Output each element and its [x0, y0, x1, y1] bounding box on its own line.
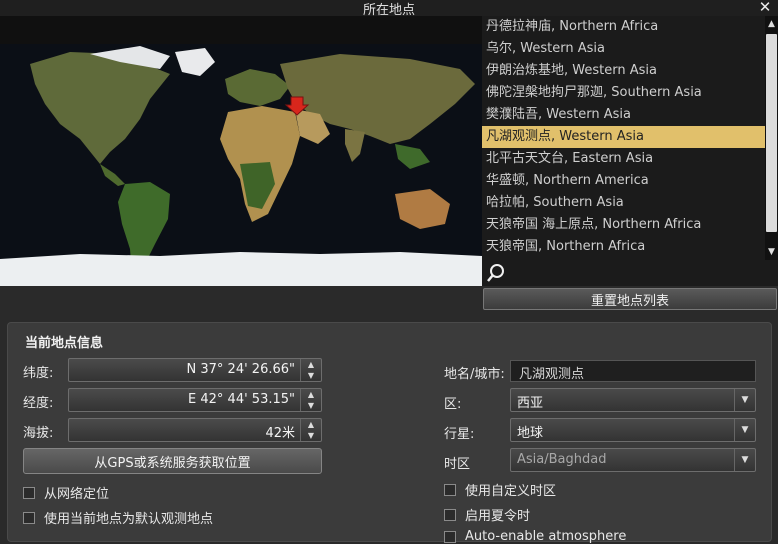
scroll-thumb[interactable]: [766, 34, 777, 232]
search-input[interactable]: [510, 263, 774, 285]
panel-title: 当前地点信息: [25, 336, 104, 351]
region-select[interactable]: 西亚 ▼: [510, 388, 756, 412]
increment-icon[interactable]: ▲: [301, 419, 321, 430]
gps-location-button[interactable]: 从GPS或系统服务获取位置: [23, 448, 322, 474]
region-value: 西亚: [517, 396, 544, 411]
latitude-label: 纬度:: [23, 366, 54, 381]
longitude-spinbox[interactable]: E 42° 44' 53.15" ▲ ▼: [68, 388, 322, 412]
region-label: 区:: [444, 397, 462, 412]
planet-select[interactable]: 地球 ▼: [510, 418, 756, 442]
list-item[interactable]: 伊朗治炼基地, Western Asia: [482, 60, 765, 82]
search-row: [482, 260, 778, 286]
timezone-value: Asia/Baghdad: [517, 452, 607, 467]
altitude-label: 海拔:: [23, 426, 54, 441]
latitude-spinbox[interactable]: N 37° 24' 26.66" ▲ ▼: [68, 358, 322, 382]
altitude-spinbox[interactable]: 42米 ▲ ▼: [68, 418, 322, 442]
name-label: 地名/城市:: [444, 367, 505, 382]
planet-label: 行星:: [444, 427, 475, 442]
scroll-down-icon[interactable]: ▼: [765, 246, 778, 258]
dst-option[interactable]: 启用夏令时: [444, 505, 530, 524]
chevron-down-icon[interactable]: ▼: [734, 389, 755, 411]
network-location-checkbox[interactable]: [23, 486, 35, 499]
list-scrollbar[interactable]: ▲ ▼: [765, 16, 778, 260]
latitude-value: N 37° 24' 26.66": [186, 362, 295, 377]
location-info-panel: 当前地点信息 纬度: N 37° 24' 26.66" ▲ ▼ 经度: E 42°…: [7, 322, 772, 544]
world-map-image[interactable]: [0, 44, 482, 286]
list-item-selected[interactable]: 凡湖观测点, Western Asia: [482, 126, 765, 148]
map-top-band: [0, 16, 482, 44]
custom-timezone-checkbox[interactable]: [444, 483, 456, 496]
altitude-value: 42米: [265, 426, 295, 441]
list-item[interactable]: 丹德拉神庙, Northern Africa: [482, 16, 765, 38]
search-icon: [487, 264, 504, 282]
timezone-select[interactable]: Asia/Baghdad ▼: [510, 448, 756, 472]
list-item[interactable]: 华盛顿, Northern America: [482, 170, 765, 192]
list-item[interactable]: 北平古天文台, Eastern Asia: [482, 148, 765, 170]
longitude-value: E 42° 44' 53.15": [188, 392, 295, 407]
list-item[interactable]: 哈拉帕, Southern Asia: [482, 192, 765, 214]
decrement-icon[interactable]: ▼: [301, 430, 321, 441]
timezone-label: 时区: [444, 457, 471, 472]
list-item[interactable]: 佛陀涅槃地拘尸那迦, Southern Asia: [482, 82, 765, 104]
list-item[interactable]: 天狼帝国 海上原点, Northern Africa: [482, 214, 765, 236]
decrement-icon[interactable]: ▼: [301, 400, 321, 411]
list-item[interactable]: 乌尔, Western Asia: [482, 38, 765, 60]
chevron-down-icon[interactable]: ▼: [734, 449, 755, 471]
dst-checkbox[interactable]: [444, 508, 456, 521]
increment-icon[interactable]: ▲: [301, 389, 321, 400]
network-location-label: 从网络定位: [44, 487, 110, 502]
decrement-icon[interactable]: ▼: [301, 370, 321, 381]
default-location-checkbox[interactable]: [23, 511, 35, 524]
longitude-label: 经度:: [23, 396, 54, 411]
default-location-option[interactable]: 使用当前地点为默认观测地点: [23, 508, 213, 527]
window-title: 所在地点: [362, 2, 415, 18]
scroll-up-icon[interactable]: ▲: [765, 18, 778, 30]
list-item[interactable]: 天狼帝国, Northern Africa: [482, 236, 765, 258]
dst-label: 启用夏令时: [465, 509, 531, 524]
network-location-option[interactable]: 从网络定位: [23, 483, 109, 502]
world-map[interactable]: [0, 16, 482, 286]
close-icon[interactable]: ✕: [758, 0, 772, 15]
planet-value: 地球: [517, 426, 544, 441]
custom-timezone-label: 使用自定义时区: [465, 484, 557, 499]
chevron-down-icon[interactable]: ▼: [734, 419, 755, 441]
title-bar: 所在地点 ✕: [0, 0, 778, 18]
default-location-label: 使用当前地点为默认观测地点: [44, 512, 214, 527]
reset-list-button[interactable]: 重置地点列表: [483, 288, 777, 310]
name-field[interactable]: 凡湖观测点: [510, 360, 756, 382]
custom-timezone-option[interactable]: 使用自定义时区: [444, 480, 556, 499]
location-list[interactable]: 丹德拉神庙, Northern Africa 乌尔, Western Asia …: [482, 16, 765, 260]
list-item[interactable]: 樊濮陆吾, Western Asia: [482, 104, 765, 126]
increment-icon[interactable]: ▲: [301, 359, 321, 370]
